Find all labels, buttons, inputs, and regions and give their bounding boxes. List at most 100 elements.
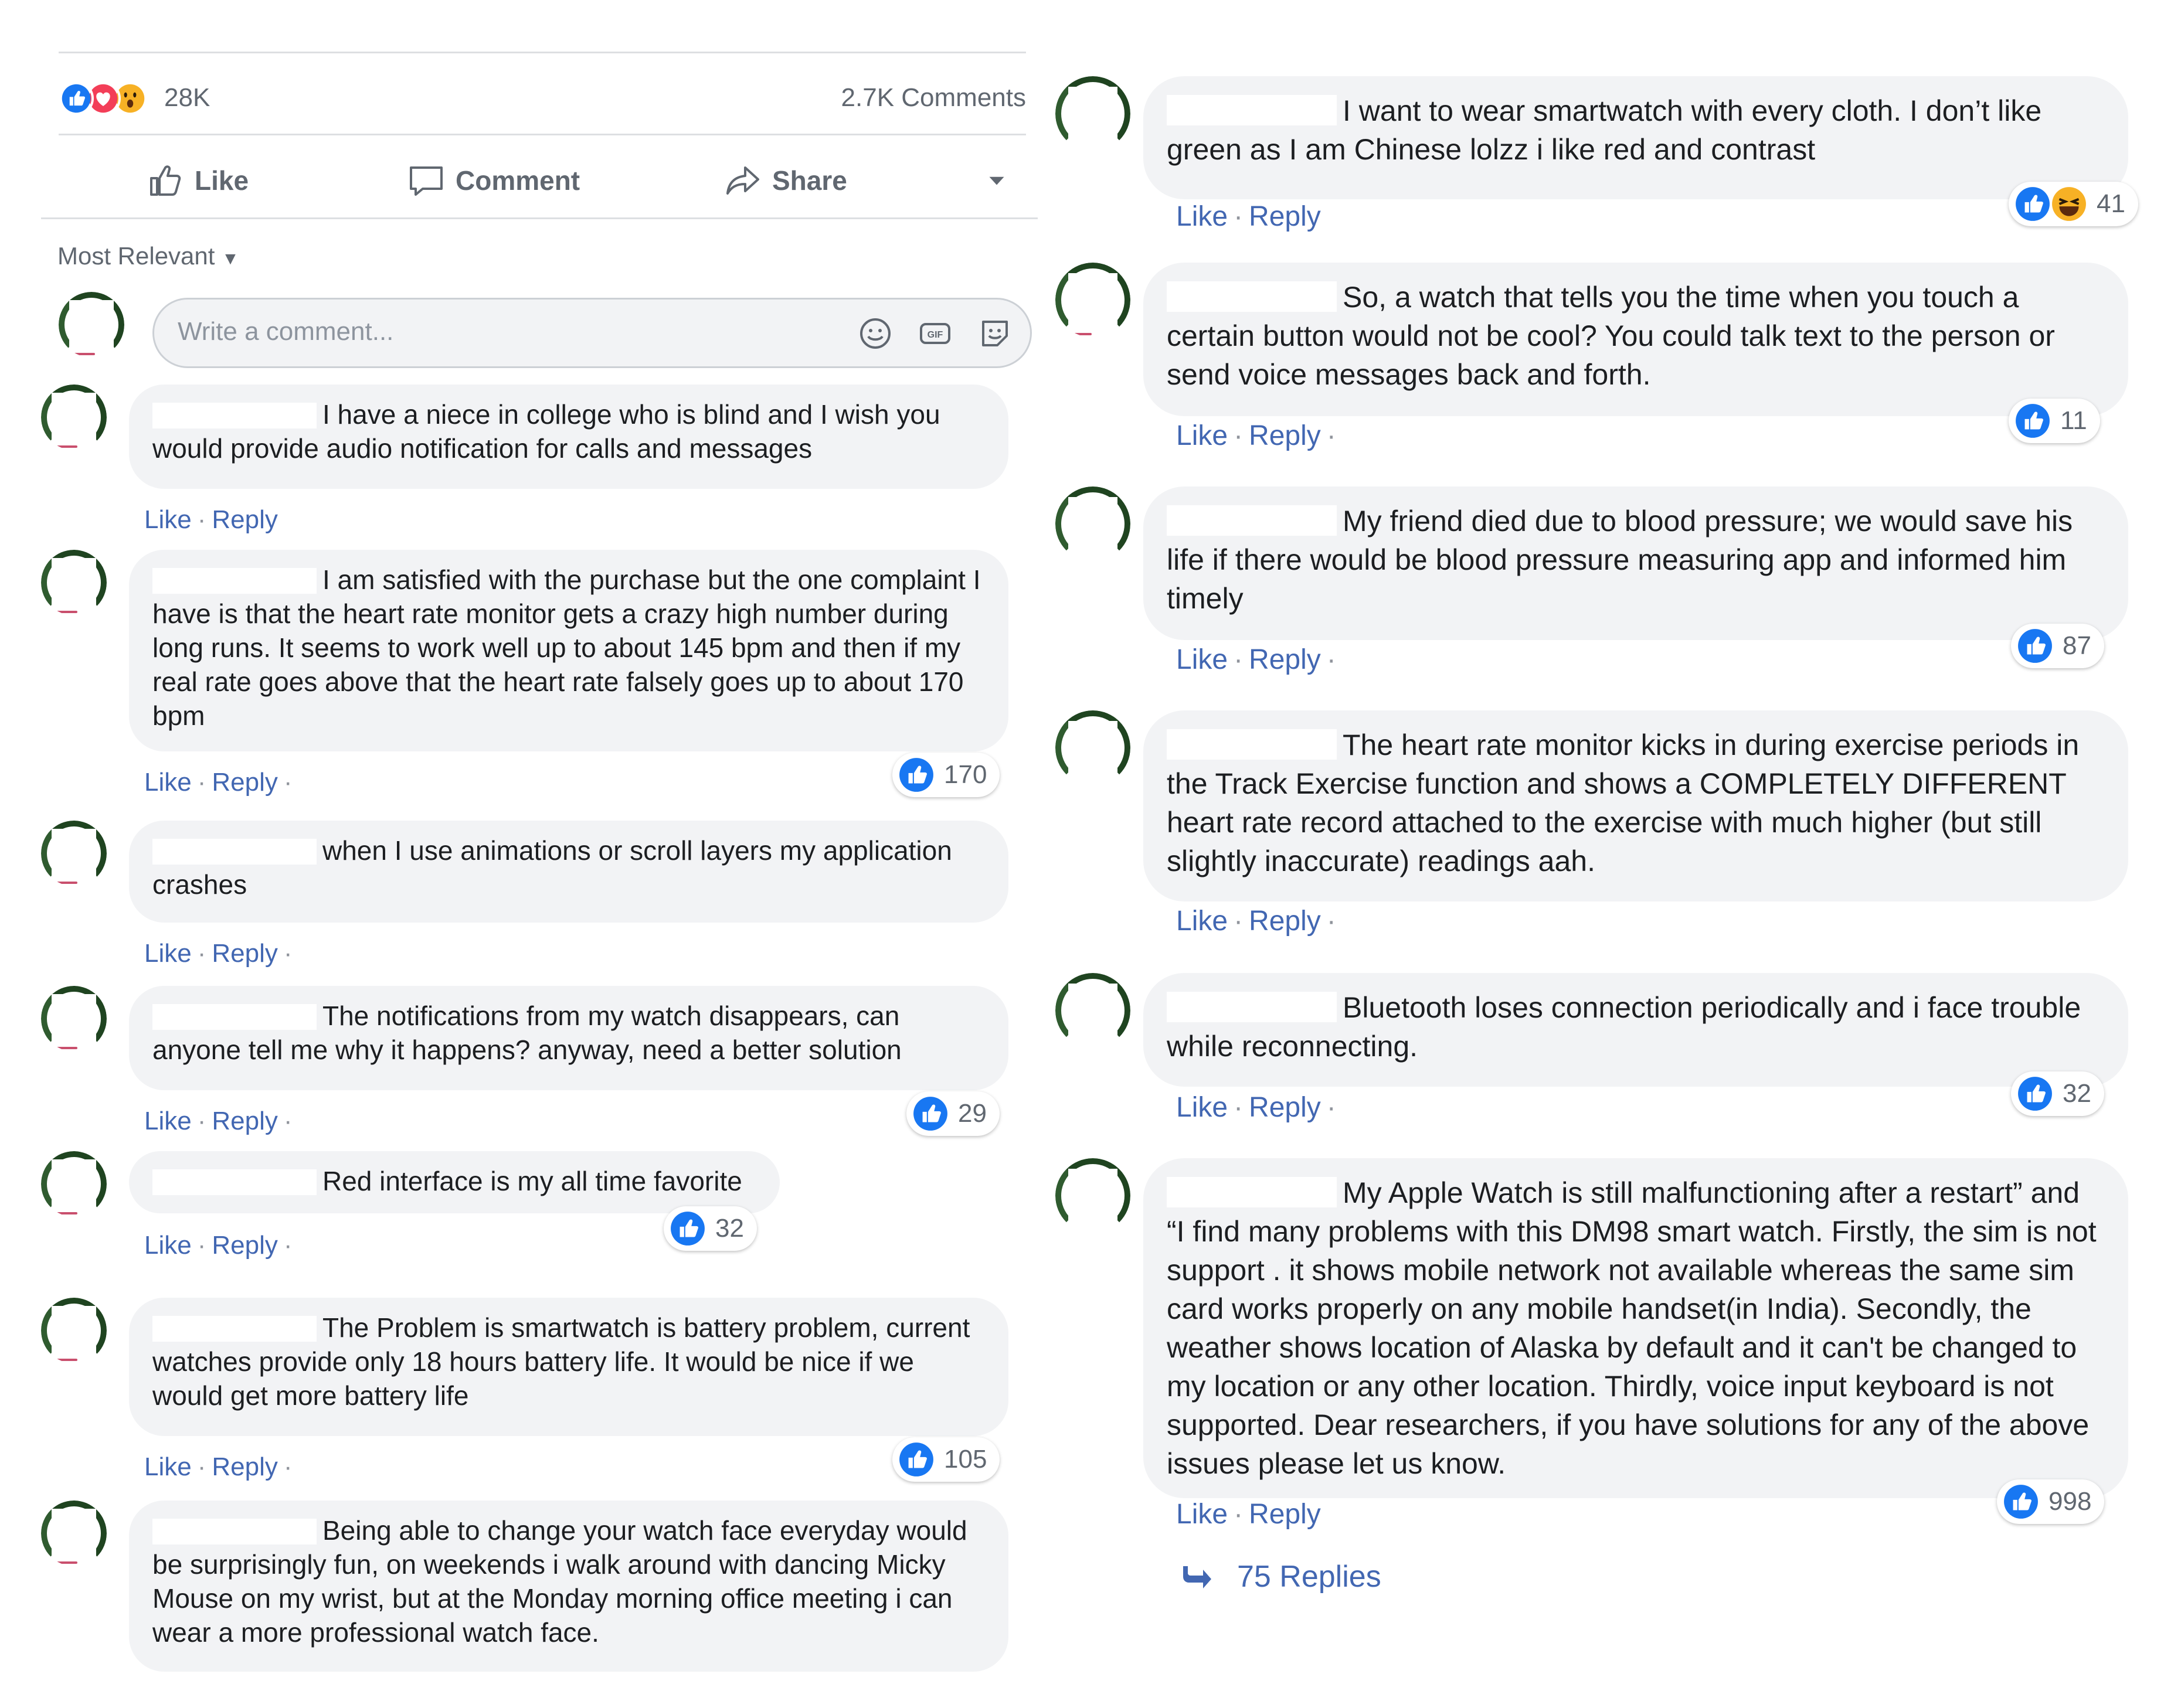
commenter-name-redacted[interactable] xyxy=(1167,505,1337,536)
comment-icon xyxy=(410,166,443,196)
reaction-count-badge[interactable]: 87 xyxy=(2011,624,2104,668)
comment-reply-link[interactable]: Reply xyxy=(212,939,278,968)
comment-bubble: My Apple Watch is still malfunctioning a… xyxy=(1143,1158,2128,1498)
reaction-icons[interactable] xyxy=(59,81,170,116)
like-icon xyxy=(2017,628,2053,664)
reaction-count-badge[interactable]: 105 xyxy=(892,1437,1000,1482)
avatar[interactable] xyxy=(1055,1158,1130,1233)
avatar[interactable] xyxy=(1055,710,1130,785)
comment-button[interactable]: Comment xyxy=(407,160,580,201)
comment-reply-link[interactable]: Reply xyxy=(1249,906,1321,937)
commenter-name-redacted[interactable] xyxy=(152,1004,317,1030)
avatar[interactable] xyxy=(1055,486,1130,562)
comment-links: Like · Reply · xyxy=(1176,420,1336,451)
avatar[interactable] xyxy=(41,1151,107,1217)
reaction-count: 170 xyxy=(944,760,987,789)
comment-like-link[interactable]: Like xyxy=(144,1231,192,1260)
emoji-icon[interactable] xyxy=(858,316,893,351)
comment-reply-link[interactable]: Reply xyxy=(212,505,278,534)
comment-reply-link[interactable]: Reply xyxy=(212,1452,278,1481)
comment-links: Like · Reply xyxy=(144,505,278,534)
avatar[interactable] xyxy=(41,1298,107,1363)
avatar[interactable] xyxy=(1055,973,1130,1048)
reaction-count-badge[interactable]: 998 xyxy=(1997,1479,2105,1524)
commenter-name-redacted[interactable] xyxy=(1167,729,1337,760)
commenter-name-redacted[interactable] xyxy=(1167,1177,1337,1207)
commenter-name-redacted[interactable] xyxy=(152,403,317,428)
comment-bubble: when I use animations or scroll layers m… xyxy=(129,821,1008,923)
comment-reply-link[interactable]: Reply xyxy=(1249,1499,1321,1530)
comment-like-link[interactable]: Like xyxy=(1176,201,1228,232)
comment-links: Like · Reply · xyxy=(1176,1092,1336,1123)
commenter-name-redacted[interactable] xyxy=(152,1519,317,1544)
commenter-name-redacted[interactable] xyxy=(1167,281,1337,312)
reaction-count: 87 xyxy=(2063,631,2091,660)
reaction-count-badge[interactable]: 41 xyxy=(2009,182,2138,226)
sort-dropdown[interactable]: Most Relevant ▼ xyxy=(57,242,239,270)
avatar[interactable] xyxy=(1055,263,1130,338)
reaction-count-badge[interactable]: 170 xyxy=(892,753,1000,797)
comment-like-link[interactable]: Like xyxy=(144,505,192,534)
comment-like-link[interactable]: Like xyxy=(144,768,192,797)
view-replies-link[interactable]: 75 Replies xyxy=(1178,1559,1381,1594)
comment-links: Like · Reply · xyxy=(144,939,293,968)
reaction-count-badge[interactable]: 32 xyxy=(664,1206,757,1251)
avatar[interactable] xyxy=(41,986,107,1052)
commenter-name-redacted[interactable] xyxy=(152,839,317,865)
reaction-count-badge[interactable]: 11 xyxy=(2009,399,2100,443)
avatar[interactable] xyxy=(41,550,107,615)
reaction-count[interactable]: 28K xyxy=(164,83,210,113)
reaction-count: 29 xyxy=(958,1099,987,1128)
reaction-count-badge[interactable]: 32 xyxy=(2011,1071,2104,1116)
reaction-count-badge[interactable]: 29 xyxy=(906,1091,1000,1136)
comment-like-link[interactable]: Like xyxy=(144,1107,192,1135)
comment-reply-link[interactable]: Reply xyxy=(212,768,278,797)
sticker-icon[interactable] xyxy=(977,316,1013,351)
comment-like-link[interactable]: Like xyxy=(1176,1092,1228,1123)
comment-bubble: My friend died due to blood pressure; we… xyxy=(1143,486,2128,640)
comments-count[interactable]: 2.7K Comments xyxy=(841,83,1026,113)
like-icon xyxy=(2017,1076,2053,1112)
avatar[interactable] xyxy=(1055,76,1130,151)
comment-reply-link[interactable]: Reply xyxy=(1249,420,1321,451)
comment-like-link[interactable]: Like xyxy=(1176,1499,1228,1530)
avatar[interactable] xyxy=(59,292,124,358)
comment-like-link[interactable]: Like xyxy=(1176,420,1228,451)
comment-links: Like · Reply · xyxy=(144,768,293,797)
comment-links: Like · Reply xyxy=(1176,201,1321,232)
reactions-summary[interactable]: 28K 2.7K Comments xyxy=(59,75,1026,122)
commenter-name-redacted[interactable] xyxy=(152,1316,317,1342)
comment-reply-link[interactable]: Reply xyxy=(1249,201,1321,232)
avatar[interactable] xyxy=(41,385,107,450)
comment-reply-link[interactable]: Reply xyxy=(1249,644,1321,675)
comment-reply-link[interactable]: Reply xyxy=(1249,1092,1321,1123)
avatar[interactable] xyxy=(41,1501,107,1566)
commenter-name-redacted[interactable] xyxy=(152,1169,317,1195)
comment-bubble: I am satisfied with the purchase but the… xyxy=(129,550,1008,751)
comment-links: Like · Reply xyxy=(1176,1499,1321,1530)
facebook-comments-screenshot: 28K 2.7K Comments Like Comment Share Mos… xyxy=(0,0,2164,1708)
comment-like-link[interactable]: Like xyxy=(1176,906,1228,937)
comment-reply-link[interactable]: Reply xyxy=(212,1231,278,1260)
avatar[interactable] xyxy=(41,821,107,886)
like-button[interactable]: Like xyxy=(147,160,249,201)
like-icon xyxy=(912,1095,949,1132)
comment-links: Like · Reply · xyxy=(144,1231,293,1260)
like-icon xyxy=(670,1210,706,1247)
comment-like-link[interactable]: Like xyxy=(144,1452,192,1481)
commenter-name-redacted[interactable] xyxy=(1167,992,1337,1022)
like-icon xyxy=(59,81,94,116)
like-icon xyxy=(2014,403,2051,439)
comment-input[interactable]: Write a comment... GIF xyxy=(152,298,1032,368)
comment-like-link[interactable]: Like xyxy=(144,939,192,968)
reaction-count: 41 xyxy=(2097,189,2125,218)
share-button[interactable]: Share xyxy=(724,160,847,201)
comment-like-link[interactable]: Like xyxy=(1176,644,1228,675)
gif-icon[interactable]: GIF xyxy=(918,316,953,351)
commenter-name-redacted[interactable] xyxy=(152,568,317,594)
comment-links: Like · Reply · xyxy=(144,1452,293,1481)
share-options-dropdown[interactable] xyxy=(985,160,1019,201)
commenter-name-redacted[interactable] xyxy=(1167,95,1337,125)
comment-reply-link[interactable]: Reply xyxy=(212,1107,278,1135)
like-icon xyxy=(2003,1484,2039,1520)
